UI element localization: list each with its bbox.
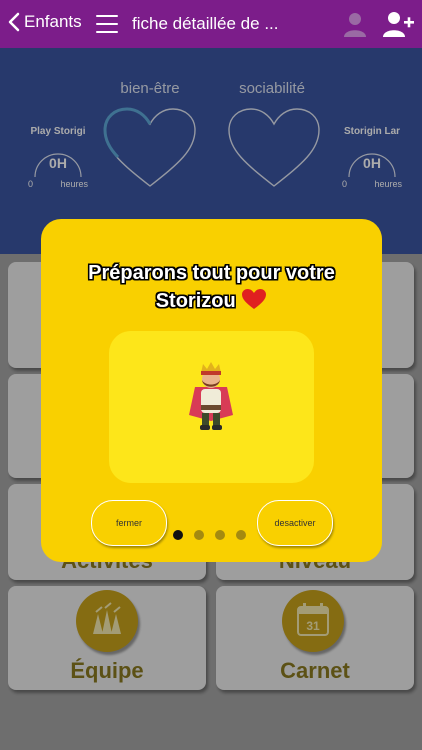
close-button[interactable]: fermer	[91, 500, 167, 546]
popup-title-line1: Préparons tout pour votre	[88, 262, 335, 284]
hamburger-menu-icon[interactable]	[96, 15, 118, 33]
popup-title-line2: Storizou	[155, 290, 236, 312]
user-icon[interactable]	[341, 10, 369, 38]
page-dot[interactable]	[215, 530, 225, 540]
page-dot[interactable]	[173, 530, 183, 540]
back-button[interactable]: Enfants	[8, 12, 82, 32]
deactivate-button[interactable]: desactiver	[257, 500, 333, 546]
page-indicator	[173, 530, 246, 540]
back-label: Enfants	[24, 12, 82, 31]
navigation-bar: Enfants fiche détaillée de ...	[0, 0, 422, 48]
page-dot[interactable]	[236, 530, 246, 540]
chevron-left-icon	[8, 12, 20, 32]
red-heart-icon	[242, 289, 267, 309]
add-user-icon[interactable]	[381, 9, 415, 39]
page-dot[interactable]	[194, 530, 204, 540]
onboarding-popup: Préparons tout pour votre Storizou ferme…	[41, 219, 382, 562]
popup-title: Préparons tout pour votre Storizou	[41, 259, 382, 315]
character-preview	[109, 331, 314, 483]
page-title: fiche détaillée de ...	[132, 14, 279, 33]
king-character-image	[189, 362, 233, 430]
